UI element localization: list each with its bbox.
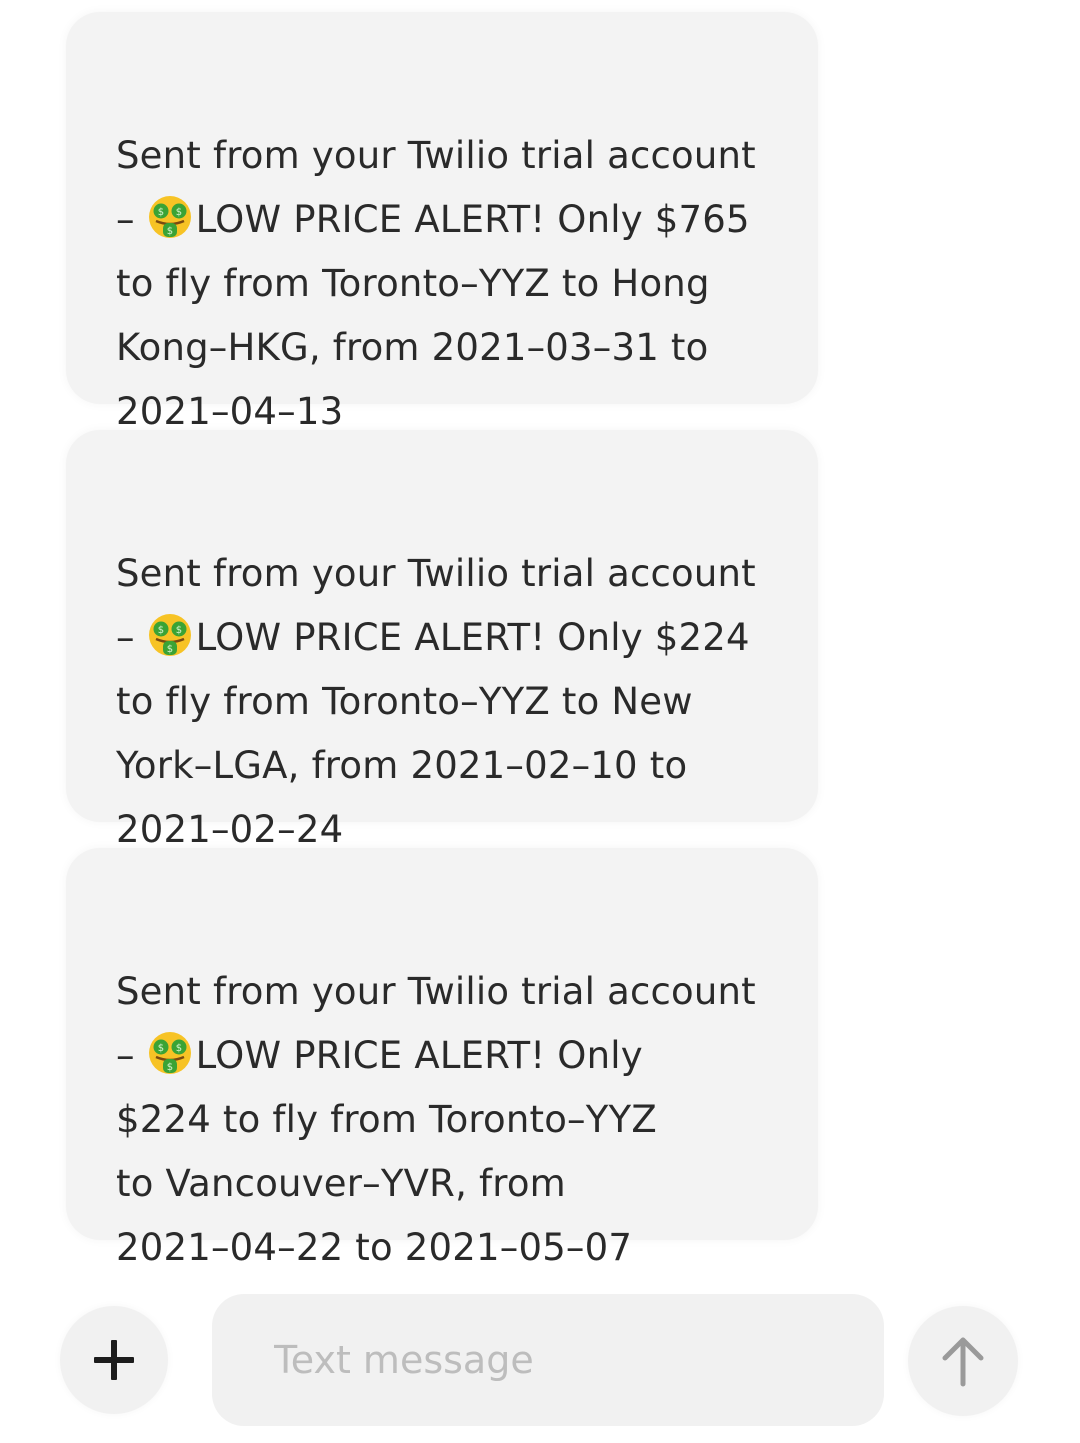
- text-message-input[interactable]: [212, 1294, 884, 1426]
- message-bubble[interactable]: Sent from your Twilio trial account – $ …: [66, 12, 818, 433]
- money-mouth-face-icon: $ $ $: [148, 614, 191, 656]
- message-composer: [0, 1290, 1080, 1430]
- message-bubble[interactable]: Sent from your Twilio trial account – $ …: [66, 848, 818, 1269]
- plus-icon: [94, 1340, 134, 1380]
- svg-text:$: $: [166, 226, 173, 237]
- message-body: LOW PRICE ALERT! Only $224 to fly from T…: [116, 1034, 657, 1269]
- svg-text:$: $: [175, 1043, 182, 1054]
- money-mouth-face-icon: $ $ $: [148, 1032, 191, 1074]
- arrow-up-icon: [942, 1337, 984, 1387]
- money-mouth-face-icon: $ $ $: [148, 196, 191, 238]
- svg-text:$: $: [175, 207, 182, 218]
- send-button[interactable]: [908, 1306, 1018, 1416]
- svg-text:$: $: [157, 625, 164, 636]
- svg-text:$: $: [175, 625, 182, 636]
- message-body: LOW PRICE ALERT! Only $224 to fly from T…: [116, 616, 750, 851]
- svg-text:$: $: [157, 1043, 164, 1054]
- message-body: LOW PRICE ALERT! Only $765 to fly from T…: [116, 198, 750, 433]
- conversation-screen: Sent from your Twilio trial account – $ …: [0, 0, 1080, 1443]
- svg-text:$: $: [166, 1062, 173, 1073]
- svg-text:$: $: [157, 207, 164, 218]
- add-attachment-button[interactable]: [60, 1306, 168, 1414]
- svg-text:$: $: [166, 644, 173, 655]
- message-bubble[interactable]: Sent from your Twilio trial account – $ …: [66, 430, 818, 851]
